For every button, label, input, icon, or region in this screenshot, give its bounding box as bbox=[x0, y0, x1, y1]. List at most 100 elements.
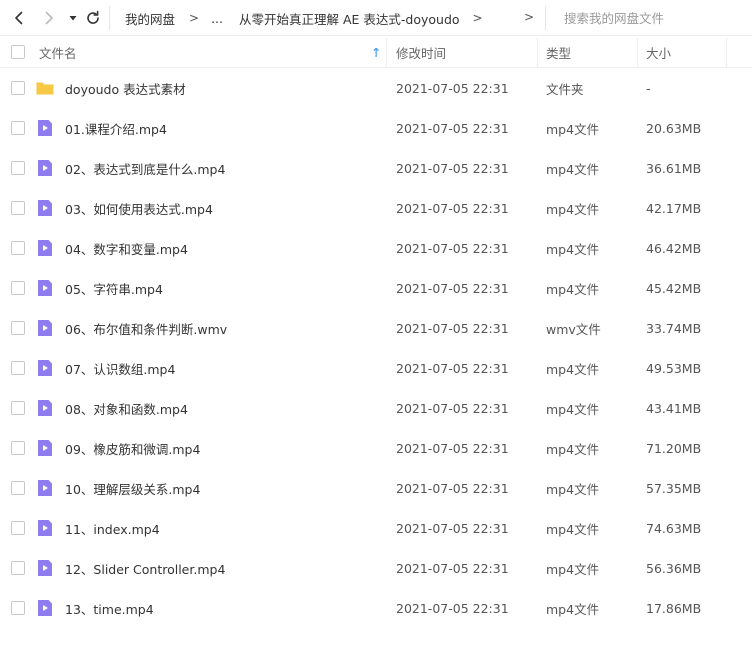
select-all-checkbox[interactable] bbox=[11, 45, 25, 59]
file-row[interactable]: 13、time.mp4 2021-07-05 22:31 mp4文件 17.86MB bbox=[0, 588, 752, 628]
video-file-icon bbox=[35, 398, 55, 418]
file-type: wmv文件 bbox=[546, 321, 601, 337]
column-header-name[interactable]: 文件名 bbox=[39, 36, 77, 68]
file-name[interactable]: 03、如何使用表达式.mp4 bbox=[65, 188, 213, 228]
file-modified-time: 2021-07-05 22:31 bbox=[396, 360, 509, 376]
column-header-size[interactable]: 大小 bbox=[646, 36, 671, 68]
file-size: 56.36MB bbox=[646, 560, 702, 576]
video-file-icon bbox=[35, 358, 55, 378]
file-modified-time: 2021-07-05 22:31 bbox=[396, 80, 509, 96]
file-name[interactable]: 07、认识数组.mp4 bbox=[65, 348, 175, 388]
file-type: mp4文件 bbox=[546, 481, 600, 497]
file-name[interactable]: 11、index.mp4 bbox=[65, 508, 160, 548]
file-name[interactable]: 04、数字和变量.mp4 bbox=[65, 228, 188, 268]
column-divider bbox=[386, 38, 387, 68]
breadcrumb-item-current[interactable]: 从零开始真正理解 AE 表达式-doyoudo bbox=[239, 9, 460, 28]
file-modified-time: 2021-07-05 22:31 bbox=[396, 440, 509, 456]
file-row[interactable]: 07、认识数组.mp4 2021-07-05 22:31 mp4文件 49.53MB bbox=[0, 348, 752, 388]
breadcrumb-separator: > bbox=[472, 11, 483, 25]
row-checkbox[interactable] bbox=[11, 521, 25, 535]
file-row[interactable]: 09、橡皮筋和微调.mp4 2021-07-05 22:31 mp4文件 71.20M… bbox=[0, 428, 752, 468]
sort-ascending-icon[interactable]: ↑ bbox=[371, 36, 381, 68]
file-type: mp4文件 bbox=[546, 241, 600, 257]
video-file-icon bbox=[35, 238, 55, 258]
file-row[interactable]: 02、表达式到底是什么.mp4 2021-07-05 22:31 mp4文件 36.6… bbox=[0, 148, 752, 188]
file-row[interactable]: 11、index.mp4 2021-07-05 22:31 mp4文件 74.63MB bbox=[0, 508, 752, 548]
breadcrumb-more-button[interactable]: > bbox=[524, 10, 534, 24]
video-file-icon bbox=[35, 198, 55, 218]
file-name[interactable]: 01.课程介绍.mp4 bbox=[65, 108, 167, 148]
file-name[interactable]: 08、对象和函数.mp4 bbox=[65, 388, 188, 428]
file-type: mp4文件 bbox=[546, 441, 600, 457]
file-row[interactable]: 06、布尔值和条件判断.wmv 2021-07-05 22:31 wmv文件 33.7… bbox=[0, 308, 752, 348]
video-file-icon bbox=[35, 318, 55, 338]
file-type: mp4文件 bbox=[546, 361, 600, 377]
refresh-icon bbox=[87, 10, 99, 24]
history-dropdown-button[interactable] bbox=[64, 9, 82, 27]
file-name[interactable]: 09、橡皮筋和微调.mp4 bbox=[65, 428, 200, 468]
row-checkbox[interactable] bbox=[11, 601, 25, 615]
file-name[interactable]: 13、time.mp4 bbox=[65, 588, 154, 628]
video-file-icon bbox=[35, 518, 55, 538]
file-row[interactable]: doyoudo 表达式素材 2021-07-05 22:31 文件夹 - bbox=[0, 68, 752, 108]
row-checkbox[interactable] bbox=[11, 161, 25, 175]
toolbar-divider bbox=[545, 6, 546, 30]
row-checkbox[interactable] bbox=[11, 561, 25, 575]
file-size: 46.42MB bbox=[646, 240, 702, 256]
column-header-modified[interactable]: 修改时间 bbox=[396, 36, 446, 68]
file-modified-time: 2021-07-05 22:31 bbox=[396, 560, 509, 576]
row-checkbox[interactable] bbox=[11, 481, 25, 495]
video-file-icon bbox=[35, 278, 55, 298]
video-file-icon bbox=[35, 438, 55, 458]
row-checkbox[interactable] bbox=[11, 201, 25, 215]
forward-button[interactable] bbox=[40, 9, 58, 27]
file-row[interactable]: 04、数字和变量.mp4 2021-07-05 22:31 mp4文件 46.42MB bbox=[0, 228, 752, 268]
video-file-icon bbox=[35, 158, 55, 178]
file-size: 57.35MB bbox=[646, 480, 702, 496]
video-file-icon bbox=[35, 118, 55, 138]
row-checkbox[interactable] bbox=[11, 321, 25, 335]
file-modified-time: 2021-07-05 22:31 bbox=[396, 520, 509, 536]
breadcrumb-item-root[interactable]: 我的网盘 bbox=[125, 9, 175, 28]
chevron-right-icon bbox=[45, 11, 53, 25]
file-row[interactable]: 12、Slider Controller.mp4 2021-07-05 22:31… bbox=[0, 548, 752, 588]
column-divider bbox=[637, 38, 638, 68]
row-checkbox[interactable] bbox=[11, 81, 25, 95]
file-name[interactable]: 02、表达式到底是什么.mp4 bbox=[65, 148, 225, 188]
row-checkbox[interactable] bbox=[11, 441, 25, 455]
file-name[interactable]: 10、理解层级关系.mp4 bbox=[65, 468, 200, 508]
file-size: 33.74MB bbox=[646, 320, 702, 336]
column-divider bbox=[726, 38, 727, 68]
file-name[interactable]: 06、布尔值和条件判断.wmv bbox=[65, 308, 227, 348]
row-checkbox[interactable] bbox=[11, 281, 25, 295]
toolbar: 我的网盘 > ... 从零开始真正理解 AE 表达式-doyoudo > > bbox=[0, 0, 752, 36]
search-box bbox=[548, 0, 752, 36]
file-name[interactable]: doyoudo 表达式素材 bbox=[65, 68, 186, 108]
video-file-icon bbox=[35, 558, 55, 578]
folder-icon bbox=[35, 78, 55, 98]
file-row[interactable]: 01.课程介绍.mp4 2021-07-05 22:31 mp4文件 20.63MB bbox=[0, 108, 752, 148]
row-checkbox[interactable] bbox=[11, 241, 25, 255]
file-type: 文件夹 bbox=[546, 81, 584, 97]
file-modified-time: 2021-07-05 22:31 bbox=[396, 280, 509, 296]
file-row[interactable]: 05、字符串.mp4 2021-07-05 22:31 mp4文件 45.42MB bbox=[0, 268, 752, 308]
file-size: 43.41MB bbox=[646, 400, 702, 416]
column-header-type[interactable]: 类型 bbox=[546, 36, 571, 68]
file-row[interactable]: 10、理解层级关系.mp4 2021-07-05 22:31 mp4文件 57.35M… bbox=[0, 468, 752, 508]
file-row[interactable]: 08、对象和函数.mp4 2021-07-05 22:31 mp4文件 43.41MB bbox=[0, 388, 752, 428]
back-button[interactable] bbox=[10, 9, 28, 27]
file-name[interactable]: 12、Slider Controller.mp4 bbox=[65, 548, 225, 588]
file-type: mp4文件 bbox=[546, 121, 600, 137]
file-list-header: 文件名 ↑ 修改时间 类型 大小 bbox=[0, 36, 752, 68]
breadcrumb-item-ellipsis[interactable]: ... bbox=[211, 11, 223, 26]
row-checkbox[interactable] bbox=[11, 121, 25, 135]
search-input[interactable] bbox=[564, 10, 744, 26]
refresh-button[interactable] bbox=[84, 9, 102, 27]
file-size: 17.86MB bbox=[646, 600, 702, 616]
file-name[interactable]: 05、字符串.mp4 bbox=[65, 268, 163, 308]
file-modified-time: 2021-07-05 22:31 bbox=[396, 400, 509, 416]
file-size: 49.53MB bbox=[646, 360, 702, 376]
row-checkbox[interactable] bbox=[11, 401, 25, 415]
file-row[interactable]: 03、如何使用表达式.mp4 2021-07-05 22:31 mp4文件 42.17… bbox=[0, 188, 752, 228]
row-checkbox[interactable] bbox=[11, 361, 25, 375]
